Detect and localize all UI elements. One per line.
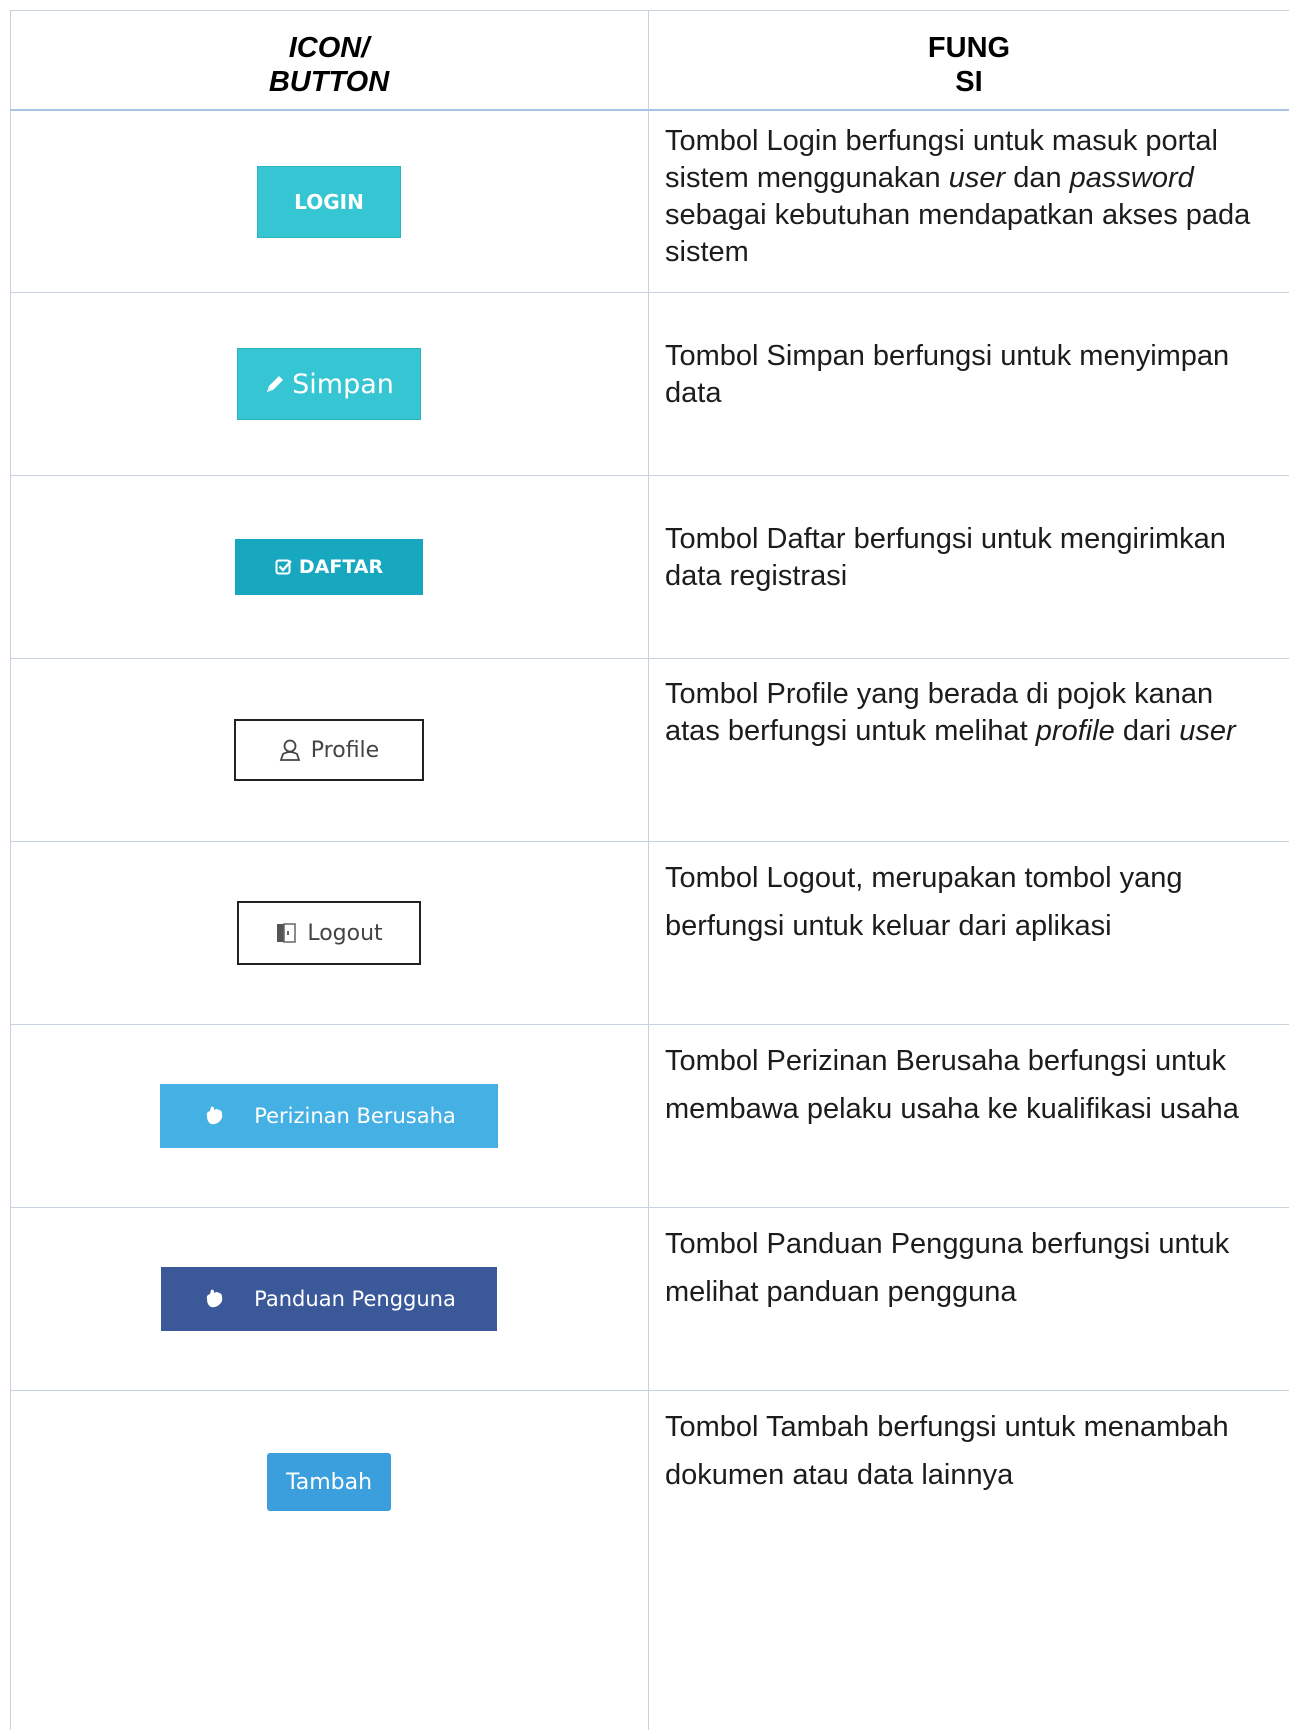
logout-button[interactable]: Logout <box>237 901 421 965</box>
login-button-label: LOGIN <box>294 189 364 214</box>
table-row-daftar-icon-cell: DAFTAR <box>10 476 648 658</box>
table-row-login-desc-cell: Tombol Login berfungsi untuk masuk porta… <box>649 123 1289 271</box>
table-row-daftar-desc-cell: Tombol Daftar berfungsi untuk mengirimka… <box>649 521 1289 595</box>
daftar-description: Tombol Daftar berfungsi untuk mengirimka… <box>665 523 1226 592</box>
simpan-button-label: Simpan <box>292 368 394 400</box>
table-row-perizinan-icon-cell: Perizinan Berusaha <box>10 1025 648 1207</box>
table-row-tambah-desc-cell: Tombol Tambah berfungsi untuk menambah d… <box>649 1403 1289 1499</box>
panduan-pengguna-button[interactable]: Panduan Pengguna <box>161 1267 497 1331</box>
simpan-button[interactable]: Simpan <box>237 348 421 420</box>
tambah-description: Tombol Tambah berfungsi untuk menambah d… <box>665 1411 1229 1491</box>
panduan-button-label: Panduan Pengguna <box>254 1287 456 1311</box>
panduan-description: Tombol Panduan Pengguna berfungsi untuk … <box>665 1228 1230 1308</box>
table-row-simpan-desc-cell: Tombol Simpan berfungsi untuk menyimpan … <box>649 338 1289 412</box>
header-col1-line2: BUTTON <box>268 66 390 98</box>
table-row-logout-icon-cell: Logout <box>10 842 648 1024</box>
logout-icon <box>275 922 297 944</box>
table-row-simpan-icon-cell: Simpan <box>10 293 648 475</box>
user-icon <box>279 738 301 762</box>
header-fungsi: FUNG SI <box>649 10 1289 120</box>
table-row-panduan-desc-cell: Tombol Panduan Pengguna berfungsi untuk … <box>649 1220 1289 1316</box>
hand-icon <box>202 1287 226 1311</box>
tambah-button[interactable]: Tambah <box>267 1453 391 1511</box>
perizinan-description: Tombol Perizinan Berusaha berfungsi untu… <box>665 1045 1239 1125</box>
table-row-login-icon-cell: LOGIN <box>10 111 648 292</box>
hand-icon <box>202 1104 226 1128</box>
table-row-panduan-icon-cell: Panduan Pengguna <box>10 1208 648 1390</box>
perizinan-berusaha-button[interactable]: Perizinan Berusaha <box>160 1084 498 1148</box>
simpan-description: Tombol Simpan berfungsi untuk menyimpan … <box>665 340 1230 409</box>
pencil-icon <box>264 373 286 395</box>
daftar-button[interactable]: DAFTAR <box>235 539 423 595</box>
header-col2-line2: SI <box>955 66 983 98</box>
profile-button-label: Profile <box>310 737 380 763</box>
profile-button[interactable]: Profile <box>234 719 424 781</box>
daftar-button-label: DAFTAR <box>298 556 384 578</box>
header-icon-button: ICON/ BUTTON <box>10 10 648 120</box>
profile-description: Tombol Profile yang berada di pojok kana… <box>665 678 1236 747</box>
table-row-logout-desc-cell: Tombol Logout, merupakan tombol yang ber… <box>649 854 1289 950</box>
header-col2-line1: FUNG <box>927 32 1011 64</box>
table-row-profile-desc-cell: Tombol Profile yang berada di pojok kana… <box>649 676 1289 750</box>
button-reference-table: ICON/ BUTTON FUNG SI LOGIN Tombol Login … <box>10 10 1289 1730</box>
tambah-button-label: Tambah <box>285 1469 373 1495</box>
logout-button-label: Logout <box>307 920 383 946</box>
logout-description: Tombol Logout, merupakan tombol yang ber… <box>665 862 1183 942</box>
check-square-icon <box>275 558 293 576</box>
perizinan-button-label: Perizinan Berusaha <box>254 1104 456 1128</box>
table-row-tambah-icon-cell: Tambah <box>10 1391 648 1573</box>
login-description: Tombol Login berfungsi untuk masuk porta… <box>665 125 1251 268</box>
login-button[interactable]: LOGIN <box>257 165 401 238</box>
table-row-perizinan-desc-cell: Tombol Perizinan Berusaha berfungsi untu… <box>649 1037 1289 1133</box>
table-row-profile-icon-cell: Profile <box>10 659 648 841</box>
header-col1-line1: ICON/ <box>288 32 370 64</box>
